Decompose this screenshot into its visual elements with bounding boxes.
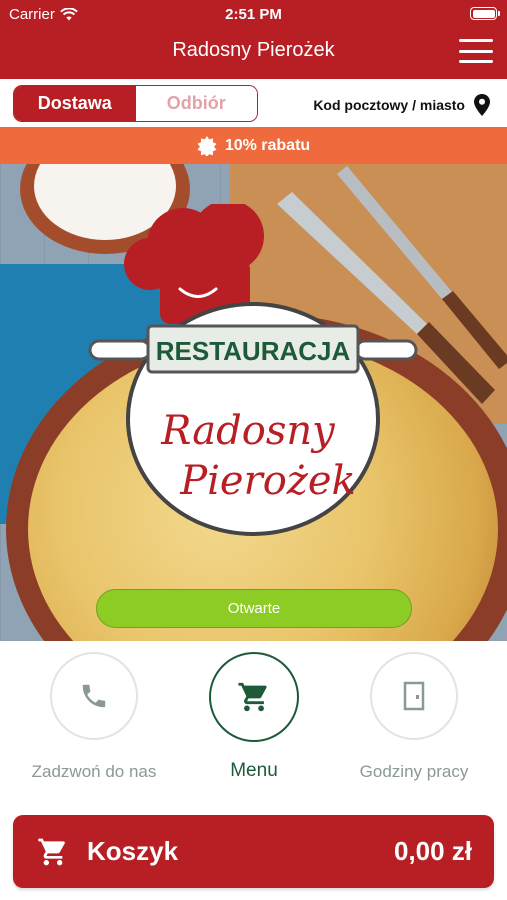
cart-total: 0,00 zł — [393, 836, 472, 866]
logo-graphic: RESTAURACJA Radosny Pierożek — [88, 200, 418, 536]
phone-icon — [82, 684, 106, 708]
discount-badge-icon — [197, 135, 217, 156]
menu-circle — [209, 652, 299, 742]
cart-icon — [238, 682, 267, 712]
hours-circle — [370, 652, 458, 740]
call-us-button[interactable]: Zadzwoń do nas — [24, 652, 164, 782]
cart-icon — [38, 838, 65, 865]
call-us-label: Zadzwoń do nas — [31, 762, 157, 781]
battery-icon — [470, 7, 500, 20]
restaurant-logo: RESTAURACJA Radosny Pierożek — [88, 200, 418, 544]
menu-label: Menu — [230, 760, 278, 781]
logo-line-1: Radosny — [160, 408, 336, 454]
menu-line-icon — [459, 60, 493, 63]
postcode-selector[interactable]: Kod pocztowy / miasto — [313, 94, 490, 116]
cart-button[interactable]: Koszyk 0,00 zł — [13, 815, 494, 888]
app-title: Radosny Pierożek — [172, 39, 335, 61]
menu-line-icon — [459, 49, 493, 53]
discount-banner[interactable]: 10% rabatu — [0, 127, 507, 164]
postcode-label: Kod pocztowy / miasto — [313, 97, 465, 113]
quick-actions: Zadzwoń do nas Menu Godziny pracy — [0, 652, 507, 797]
call-circle — [50, 652, 138, 740]
order-type-toggle: Dostawa Odbiór — [13, 85, 258, 122]
status-time: 2:51 PM — [225, 6, 282, 23]
menu-button[interactable]: Menu — [184, 652, 324, 782]
logo-top-text: RESTAURACJA — [156, 336, 351, 366]
opening-hours-label: Godziny pracy — [359, 762, 469, 781]
order-type-row: Dostawa Odbiór Kod pocztowy / miasto — [0, 79, 507, 127]
opening-hours-button[interactable]: Godziny pracy — [344, 652, 484, 782]
discount-label: 10% rabatu — [224, 136, 311, 154]
door-icon — [403, 681, 425, 711]
delivery-tab[interactable]: Dostawa — [14, 86, 136, 121]
status-bar: Carrier 2:51 PM — [0, 0, 507, 28]
location-pin-icon — [474, 94, 490, 116]
cart-label: Koszyk — [87, 836, 179, 866]
pickup-tab[interactable]: Odbiór — [135, 86, 257, 121]
menu-line-icon — [459, 39, 493, 42]
top-bar: Carrier 2:51 PM Radosny Pierożek — [0, 0, 507, 79]
hero-image: RESTAURACJA Radosny Pierożek Otwarte — [0, 164, 507, 641]
hamburger-menu-button[interactable] — [459, 39, 493, 63]
open-status-button[interactable]: Otwarte — [96, 589, 412, 628]
logo-line-2: Pierożek — [179, 458, 356, 504]
